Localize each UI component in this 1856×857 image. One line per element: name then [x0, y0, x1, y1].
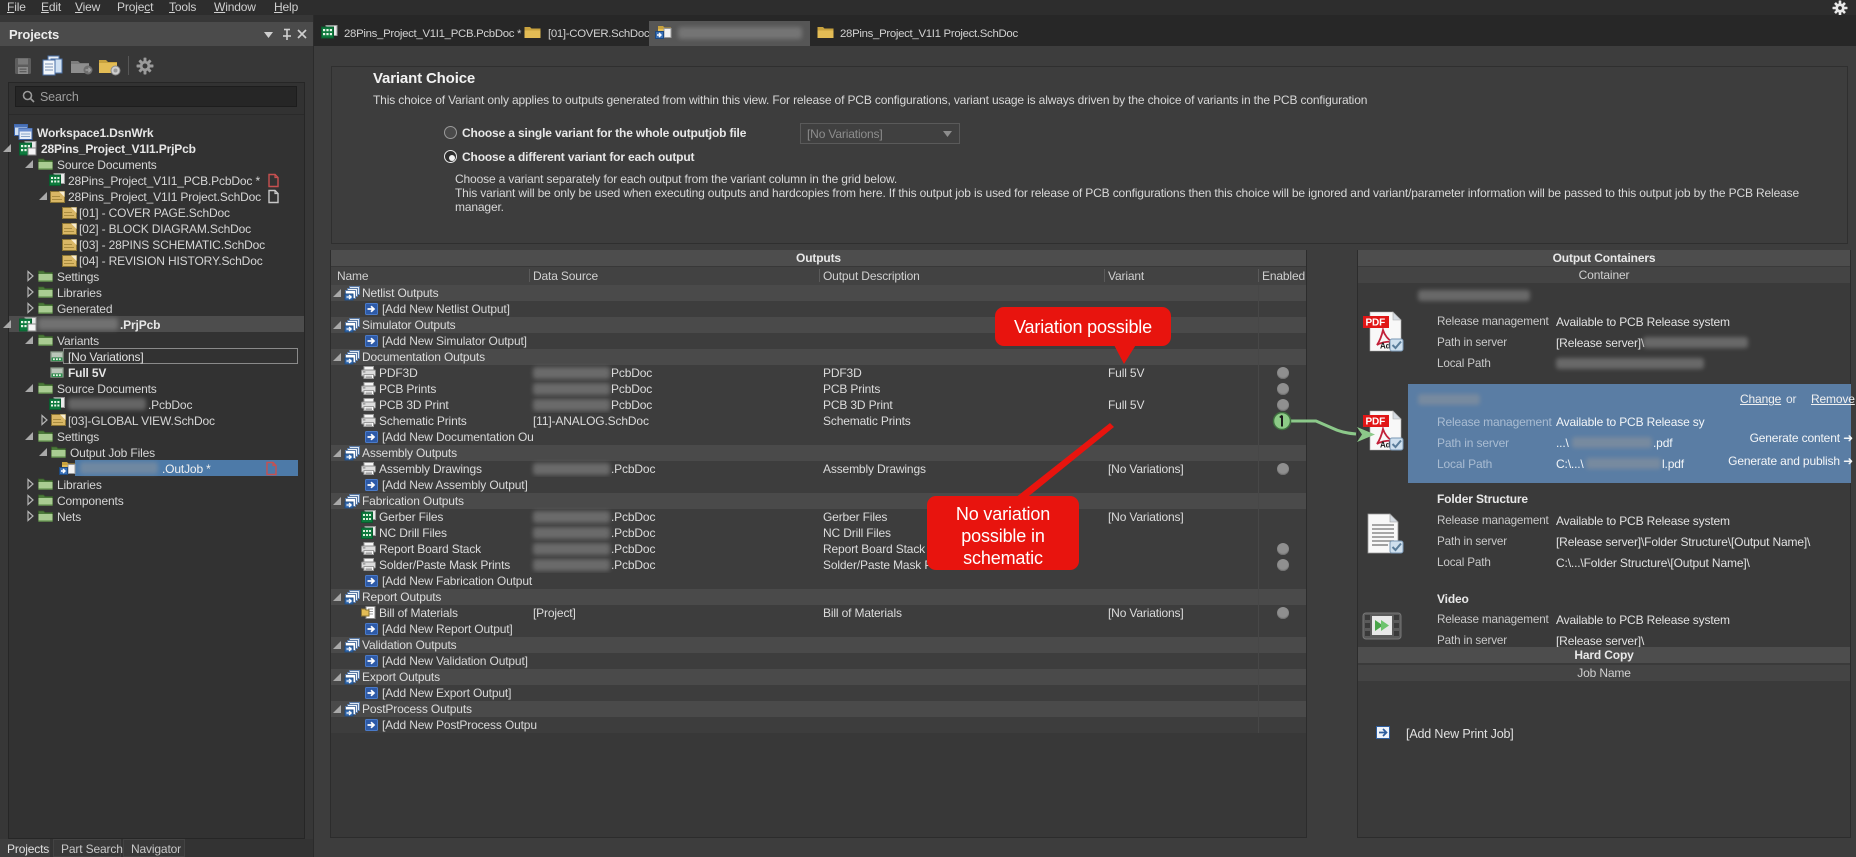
svg-text:possible in: possible in: [961, 526, 1044, 546]
svg-text:No variation: No variation: [956, 504, 1050, 524]
svg-text:PDF: PDF: [1366, 318, 1386, 329]
svg-text:schematic: schematic: [963, 548, 1043, 568]
svg-text:Variation possible: Variation possible: [1014, 317, 1152, 337]
